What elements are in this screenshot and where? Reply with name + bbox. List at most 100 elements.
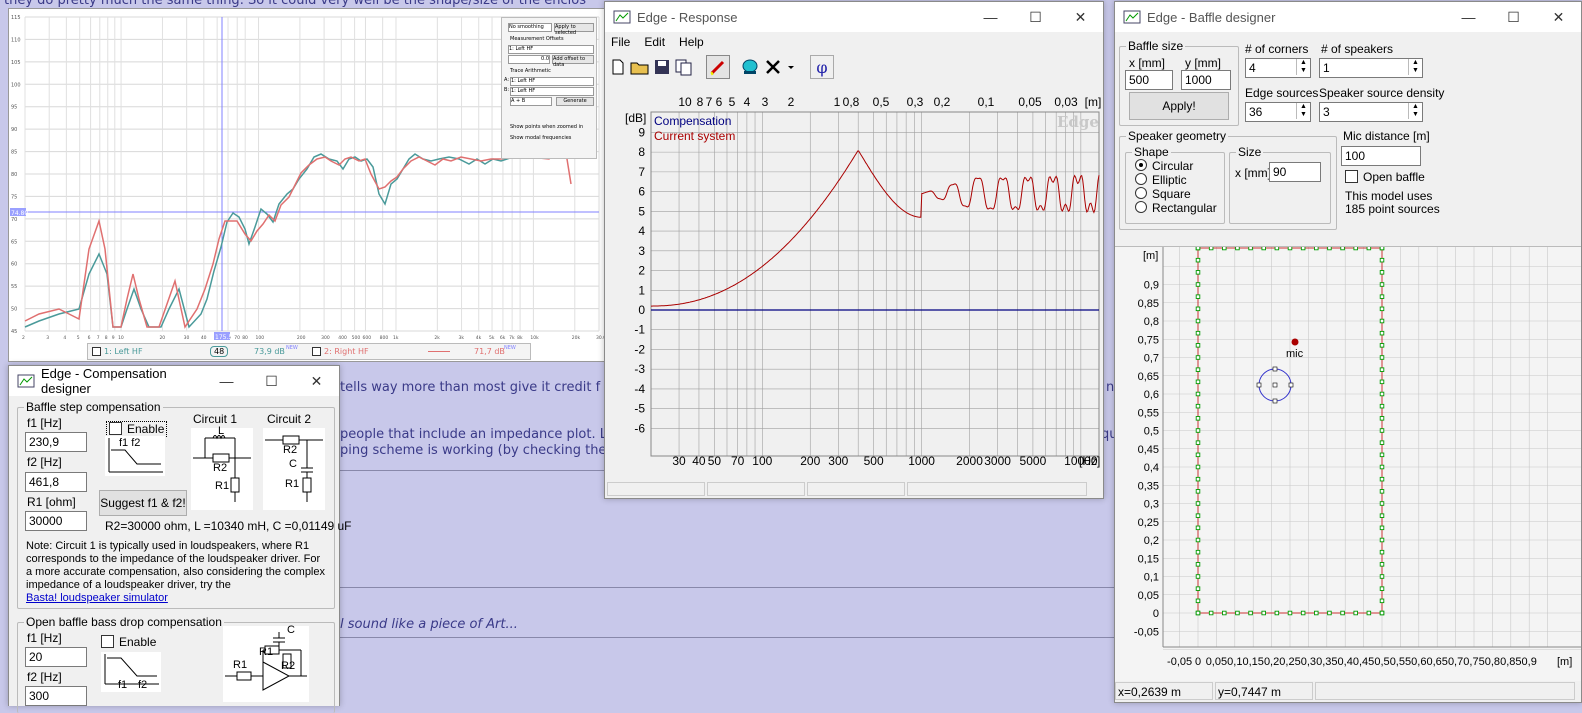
a-select[interactable]: 1: Left HF (510, 77, 594, 86)
ob-enable-checkbox[interactable]: Enable (101, 635, 156, 649)
phase-icon[interactable]: φ (810, 55, 834, 79)
x-tick-label: 1k (393, 335, 399, 341)
show-modal-checkbox[interactable]: Show modal frequencies (510, 135, 571, 141)
show-points-checkbox[interactable]: Show points when zoomed in (510, 124, 583, 130)
new-file-icon[interactable] (609, 58, 627, 76)
spin-icon[interactable]: ▲ ▼ (1408, 103, 1422, 119)
operation-select[interactable]: A + B (510, 97, 552, 106)
dropdown-icon[interactable] (786, 57, 796, 77)
close-button[interactable]: ✕ (1058, 2, 1103, 32)
corners-input[interactable]: 4 ▲ ▼ (1245, 58, 1311, 78)
offset-meas-select[interactable]: 1: Left HF (508, 45, 594, 54)
copy-icon[interactable] (674, 58, 694, 76)
pen-icon[interactable] (706, 55, 730, 79)
apply-to-selected-button[interactable]: Apply to selected (554, 23, 594, 36)
close-x-icon[interactable] (763, 57, 783, 77)
x-tick-label: 0,45 (1353, 656, 1374, 668)
edge-source (1195, 610, 1201, 616)
right-hf-label: 2: Right HF (324, 347, 369, 356)
edge-sources-input[interactable]: 36 ▲ ▼ (1245, 102, 1311, 122)
y-tick-label: 0,2 (1144, 535, 1159, 547)
bsc-enable-checkbox[interactable]: Enable (106, 421, 168, 437)
maximize-button[interactable]: ☐ (1491, 2, 1536, 32)
minimize-button[interactable]: — (1446, 2, 1491, 32)
x-tick-label: 0,05 (1206, 656, 1227, 668)
shape-rectangular-radio[interactable]: Rectangular (1135, 201, 1217, 215)
edge-source (1195, 549, 1201, 555)
spin-icon[interactable]: ▲ ▼ (1408, 59, 1422, 75)
right-hf-checkbox[interactable] (312, 347, 321, 356)
open-baffle-checkbox[interactable]: Open baffle (1345, 170, 1425, 184)
generate-button[interactable]: Generate (556, 97, 594, 106)
minimize-button[interactable]: — (204, 366, 249, 396)
density-input[interactable]: 3 ▲ ▼ (1319, 102, 1423, 122)
save-icon[interactable] (653, 58, 671, 76)
edge-source (1379, 306, 1385, 312)
y-tick-label: 0,05 (1138, 590, 1159, 602)
basta-link[interactable]: Basta! loudspeaker simulator (26, 592, 168, 604)
maximize-button[interactable]: ☐ (249, 366, 294, 396)
baffle-x-input[interactable]: 500 (1125, 70, 1173, 90)
size-x-input[interactable]: 90 (1269, 162, 1321, 182)
y-tick-label: 75 (11, 194, 17, 200)
edge-source (1379, 428, 1385, 433)
teal-trace (24, 153, 514, 329)
spin-icon[interactable]: ▲ ▼ (1296, 59, 1310, 75)
rew-legend: 1: Left HF 48 73,9 dB NEW 2: Right HF 71… (87, 343, 531, 360)
edge-source (1195, 598, 1201, 604)
b-select[interactable]: 1: Left HF (510, 87, 594, 96)
spin-icon[interactable]: ▲ ▼ (1296, 103, 1310, 119)
ob-f1-input[interactable]: 20 (25, 647, 87, 667)
edge-source (1195, 306, 1201, 312)
apply-button[interactable]: Apply! (1129, 92, 1229, 120)
y-tick-label: 0,85 (1138, 298, 1159, 310)
edge-source (1195, 367, 1201, 372)
edge-source (1379, 440, 1385, 445)
add-offset-button[interactable]: Add offset to data (552, 55, 594, 68)
y-unit-label: [dB] (625, 111, 646, 125)
minimize-button[interactable]: — (968, 2, 1013, 32)
formula-text: R2=30000 ohm, L =10340 mH, C =0,01149 uF (105, 519, 352, 533)
close-button[interactable]: ✕ (294, 366, 339, 396)
edge-source (1379, 574, 1385, 579)
shape-elliptic-radio[interactable]: Elliptic (1135, 173, 1187, 187)
suggest-button[interactable]: Suggest f1 & f2! (99, 490, 187, 516)
wavelength-label: 0,5 (873, 95, 890, 109)
menu-help[interactable]: Help (679, 35, 704, 49)
edge-source (1366, 610, 1372, 616)
edge-source (1379, 270, 1385, 275)
smoothing-select[interactable]: No smoothing (508, 23, 552, 32)
mic-marker[interactable] (1291, 338, 1299, 346)
y-tick-label: 0 (638, 303, 645, 317)
sound-icon[interactable] (740, 57, 760, 77)
shape-square-radio[interactable]: Square (1135, 187, 1191, 201)
x-tick-label: 0,55 (1390, 656, 1411, 668)
ob-f1-label: f1 [Hz] (27, 631, 62, 645)
f1-input[interactable]: 230,9 (25, 432, 87, 452)
mic-distance-input[interactable]: 100 (1341, 146, 1421, 166)
left-hf-checkbox[interactable] (92, 347, 101, 356)
x-tick-label: 300 (321, 335, 330, 341)
menu-edit[interactable]: Edit (644, 35, 665, 49)
maximize-button[interactable]: ☐ (1013, 2, 1058, 32)
menu-file[interactable]: File (611, 35, 630, 49)
baffle-y-input[interactable]: 1000 (1181, 70, 1231, 90)
ob-f2-input[interactable]: 300 (25, 686, 87, 706)
f2-input[interactable]: 461,8 (25, 472, 87, 492)
baffle-title: Edge - Baffle designer (1147, 9, 1276, 25)
x-tick-label: 9 (112, 335, 115, 341)
x-tick-label: 20 (159, 335, 165, 341)
open-folder-icon[interactable] (630, 58, 650, 76)
close-button[interactable]: ✕ (1536, 2, 1581, 32)
edge-source (1379, 537, 1385, 543)
y-tick-label: 0,4 (1144, 462, 1159, 474)
offset-value-input[interactable]: 0.0 (508, 55, 550, 64)
response-menubar: File Edit Help (605, 32, 1103, 52)
smooth-badge[interactable]: 48 (210, 346, 229, 357)
speakers-input[interactable]: 1 ▲ ▼ (1319, 58, 1423, 78)
edge-source (1195, 440, 1201, 445)
shape-circular-radio[interactable]: Circular (1135, 159, 1193, 173)
response-window: Edge - Response — ☐ ✕ File Edit Help φ 9… (604, 1, 1104, 499)
r1-input[interactable]: 30000 (25, 511, 87, 531)
edge-source (1195, 464, 1201, 470)
